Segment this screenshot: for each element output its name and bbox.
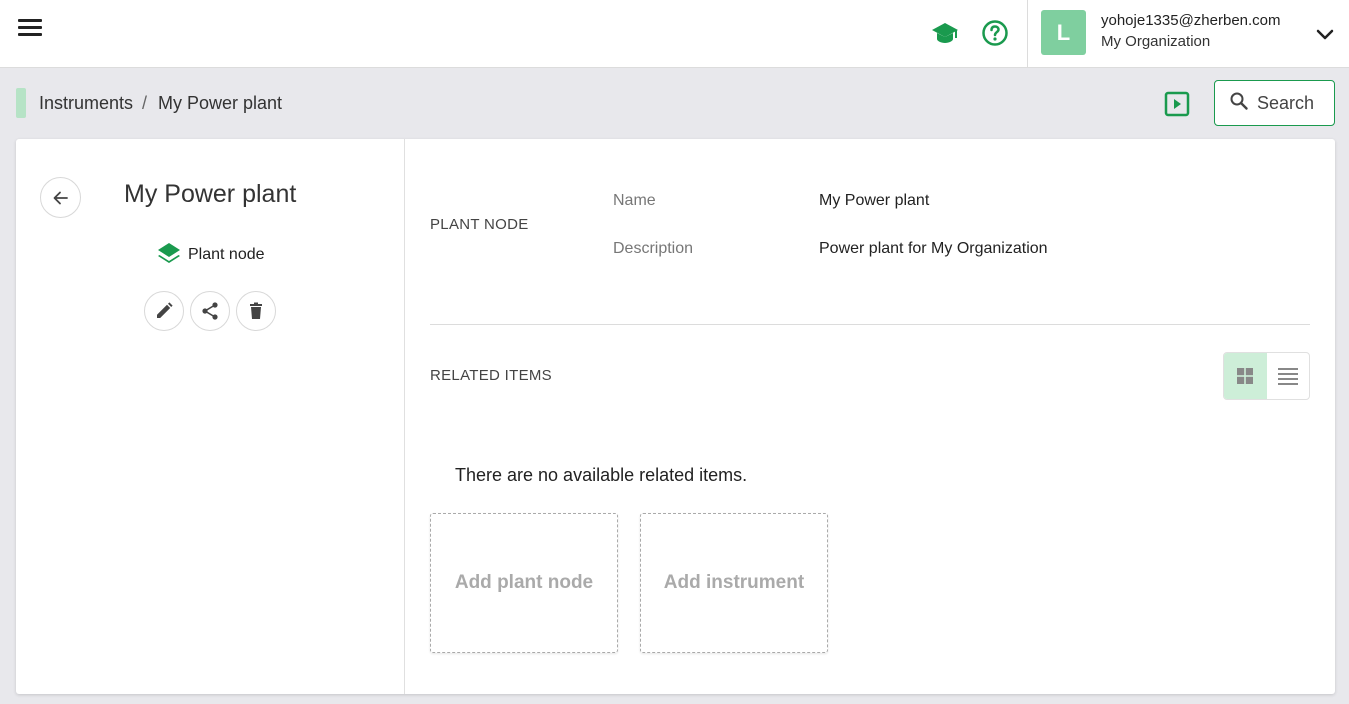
add-instrument-card[interactable]: Add instrument (640, 513, 828, 653)
view-toggle (1223, 352, 1310, 400)
list-view-button[interactable] (1267, 353, 1310, 399)
search-icon (1229, 91, 1249, 116)
list-view-icon (1277, 368, 1298, 385)
plant-node-section-label: PLANT NODE (430, 216, 529, 233)
grid-view-button[interactable] (1224, 353, 1267, 399)
delete-icon (250, 302, 262, 319)
play-square-icon[interactable] (1163, 90, 1191, 118)
arrow-left-icon (53, 191, 68, 204)
share-icon (202, 302, 218, 320)
chevron-down-icon[interactable] (1313, 22, 1337, 46)
add-plant-node-card[interactable]: Add plant node (430, 513, 618, 653)
share-button[interactable] (190, 291, 230, 331)
detail-card: My Power plant Plant node PLANT NODE Nam… (16, 139, 1335, 694)
name-field-value: My Power plant (819, 192, 930, 209)
top-bar: L yohoje1335@zherben.com My Organization (0, 0, 1349, 68)
hamburger-menu-icon[interactable] (18, 19, 44, 39)
topbar-divider (1027, 0, 1028, 68)
description-field-label: Description (613, 240, 694, 257)
search-button[interactable]: Search (1214, 80, 1335, 126)
delete-button[interactable] (236, 291, 276, 331)
avatar-initial: L (1056, 19, 1071, 45)
name-field-label: Name (613, 192, 656, 209)
graduation-cap-icon[interactable] (930, 18, 960, 48)
node-details-pane: PLANT NODE Name My Power plant Descripti… (406, 139, 1335, 694)
section-divider (430, 324, 1310, 325)
avatar[interactable]: L (1041, 10, 1086, 55)
user-email: yohoje1335@zherben.com (1101, 12, 1281, 29)
page-title: My Power plant (124, 180, 297, 208)
grid-view-icon (1237, 368, 1254, 384)
add-plant-node-label: Add plant node (454, 572, 594, 593)
help-circle-icon[interactable] (980, 18, 1010, 48)
edit-icon (157, 302, 173, 318)
node-summary-pane: My Power plant Plant node (16, 139, 405, 694)
layers-icon (158, 243, 180, 263)
back-button[interactable] (40, 177, 81, 218)
node-type-label: Plant node (188, 246, 265, 263)
breadcrumb-accent (16, 88, 26, 118)
search-button-label: Search (1257, 92, 1315, 113)
node-type-badge: Plant node (156, 241, 265, 269)
add-instrument-label: Add instrument (663, 572, 805, 593)
user-organization: My Organization (1101, 33, 1211, 50)
breadcrumb-separator: / (142, 93, 148, 113)
breadcrumb-bar: Instruments / My Power plant Search (0, 68, 1349, 138)
edit-button[interactable] (144, 291, 184, 331)
empty-related-message: There are no available related items. (455, 465, 748, 485)
breadcrumb-item-current: My Power plant (158, 93, 283, 113)
related-items-section-label: RELATED ITEMS (430, 367, 552, 384)
breadcrumb-item-instruments[interactable]: Instruments (39, 93, 133, 114)
description-field-value: Power plant for My Organization (819, 240, 1048, 257)
